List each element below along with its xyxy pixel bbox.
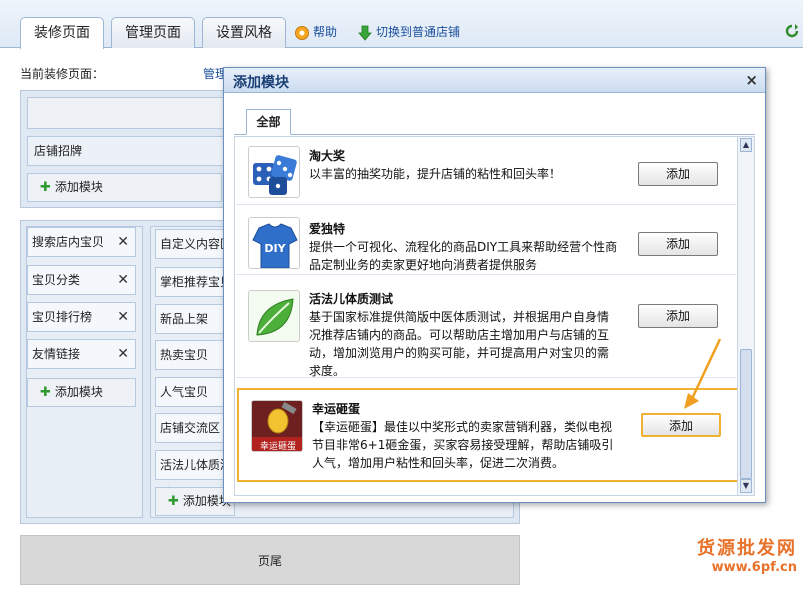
module-categories[interactable]: 宝贝分类 ✕ [27, 265, 136, 295]
module-name: 爱独特 [309, 222, 346, 236]
module-name: 淘大奖 [309, 149, 346, 163]
module-desc: 以丰富的抽奖功能，提升店铺的粘性和回头率！ [309, 167, 562, 181]
tab-style-settings[interactable]: 设置风格 [202, 17, 286, 48]
module-label: 自定义内容区 [160, 237, 233, 251]
list-item: 淘大奖 以丰富的抽奖功能，提升店铺的粘性和回头率！ 添加 [236, 137, 736, 205]
module-friend-links[interactable]: 友情链接 ✕ [27, 339, 136, 369]
plus-icon: ✚ [40, 180, 51, 195]
help-label: 帮助 [313, 25, 338, 39]
tab-divider [234, 134, 755, 135]
list-item: 活法儿体质测试 基于国家标准提供简版中医体质测试，并根据用户自身情况推荐店铺内的… [236, 282, 736, 378]
plus-icon: ✚ [40, 385, 51, 400]
add-module-button-left[interactable]: ✚ 添加模块 [27, 378, 136, 407]
tab-all[interactable]: 全部 [246, 109, 291, 135]
module-label: 宝贝分类 [32, 273, 81, 287]
module-label: 店铺交流区 [160, 421, 221, 435]
plus-icon: ✚ [168, 494, 179, 509]
module-label: 宝贝排行榜 [32, 310, 93, 324]
add-module-label: 添加模块 [54, 180, 103, 194]
module-label: 新品上架 [160, 312, 209, 326]
current-page-label: 当前装修页面： [20, 67, 105, 81]
module-list: 淘大奖 以丰富的抽奖功能，提升店铺的粘性和回头率！ 添加 DIY 爱独特 提供一… [234, 136, 755, 496]
watermark-title: 货源批发网 [697, 538, 797, 559]
down-arrow-icon [358, 25, 372, 41]
diy-shirt-icon: DIY [248, 217, 300, 269]
module-label: 人气宝贝 [160, 385, 209, 399]
footer-region[interactable]: 页尾 [20, 535, 520, 585]
module-label: 友情链接 [32, 347, 81, 361]
module-label: 掌柜推荐宝贝 [160, 275, 233, 289]
list-item: DIY 爱独特 提供一个可视化、流程化的商品DIY工具来帮助经营个性商品定制业务… [236, 209, 736, 275]
add-module-button-header[interactable]: ✚ 添加模块 [27, 173, 222, 202]
add-button[interactable]: 添加 [638, 162, 718, 186]
module-desc: 提供一个可视化、流程化的商品DIY工具来帮助经营个性商品定制业务的卖家更好地向消… [309, 240, 618, 272]
module-desc: 【幸运砸蛋】最佳以中奖形式的卖家营销利器，类似电视节目非常6+1砸金蛋，买家容易… [312, 420, 614, 470]
scroll-thumb[interactable] [740, 349, 752, 479]
leaf-icon [248, 290, 300, 342]
help-link[interactable]: 帮助 [294, 24, 337, 41]
add-button[interactable]: 添加 [638, 232, 718, 256]
add-button-highlighted[interactable]: 添加 [641, 413, 721, 437]
close-icon[interactable]: × [745, 71, 758, 89]
add-button[interactable]: 添加 [638, 304, 718, 328]
tab-decorate-page[interactable]: 装修页面 [20, 17, 104, 49]
module-label: 搜索店内宝贝 [32, 235, 105, 249]
watermark-url: www.6pf.cn [711, 560, 797, 575]
remove-icon[interactable]: ✕ [117, 303, 129, 331]
top-tab-bar: 装修页面 管理页面 设置风格 帮助 切换到普通店铺 [0, 0, 803, 49]
scroll-down-icon[interactable]: ▼ [740, 479, 752, 493]
switch-store-label: 切换到普通店铺 [376, 25, 461, 39]
module-desc: 基于国家标准提供简版中医体质测试，并根据用户自身情况推荐店铺内的商品。可以帮助店… [309, 310, 610, 378]
annotation-arrow-icon [684, 338, 722, 409]
help-gear-icon [295, 25, 309, 40]
module-name: 活法儿体质测试 [309, 292, 394, 306]
tab-manage-page[interactable]: 管理页面 [111, 17, 195, 48]
add-module-label: 添加模块 [54, 385, 103, 399]
dice-icon [248, 146, 300, 198]
module-search[interactable]: 搜索店内宝贝 ✕ [27, 227, 136, 257]
module-name: 幸运砸蛋 [312, 402, 361, 416]
switch-store-link[interactable]: 切换到普通店铺 [357, 24, 460, 41]
dialog-header: 添加模块 × [224, 68, 765, 93]
refresh-icon[interactable] [785, 24, 799, 40]
remove-icon[interactable]: ✕ [117, 266, 129, 294]
svg-text:DIY: DIY [264, 242, 286, 255]
scroll-up-icon[interactable]: ▲ [740, 138, 752, 152]
module-label: 热卖宝贝 [160, 348, 209, 362]
remove-icon[interactable]: ✕ [117, 228, 129, 256]
list-item-highlighted: 幸运砸蛋 幸运砸蛋 【幸运砸蛋】最佳以中奖形式的卖家营销利器，类似电视节目非常6… [237, 388, 740, 482]
lucky-egg-thumb-text: 幸运砸蛋 [260, 441, 296, 452]
scrollbar[interactable]: ▲ ▼ [737, 137, 754, 495]
watermark: 货源批发网 www.6pf.cn [697, 534, 797, 575]
remove-icon[interactable]: ✕ [117, 340, 129, 368]
add-module-dialog: 添加模块 × 全部 淘大奖 以丰富的抽奖功能，提升店铺的粘性和回头率！ 添加 D… [223, 67, 766, 503]
module-ranking[interactable]: 宝贝排行榜 ✕ [27, 302, 136, 332]
dialog-title: 添加模块 [233, 75, 289, 91]
lucky-egg-icon: 幸运砸蛋 [251, 400, 303, 452]
